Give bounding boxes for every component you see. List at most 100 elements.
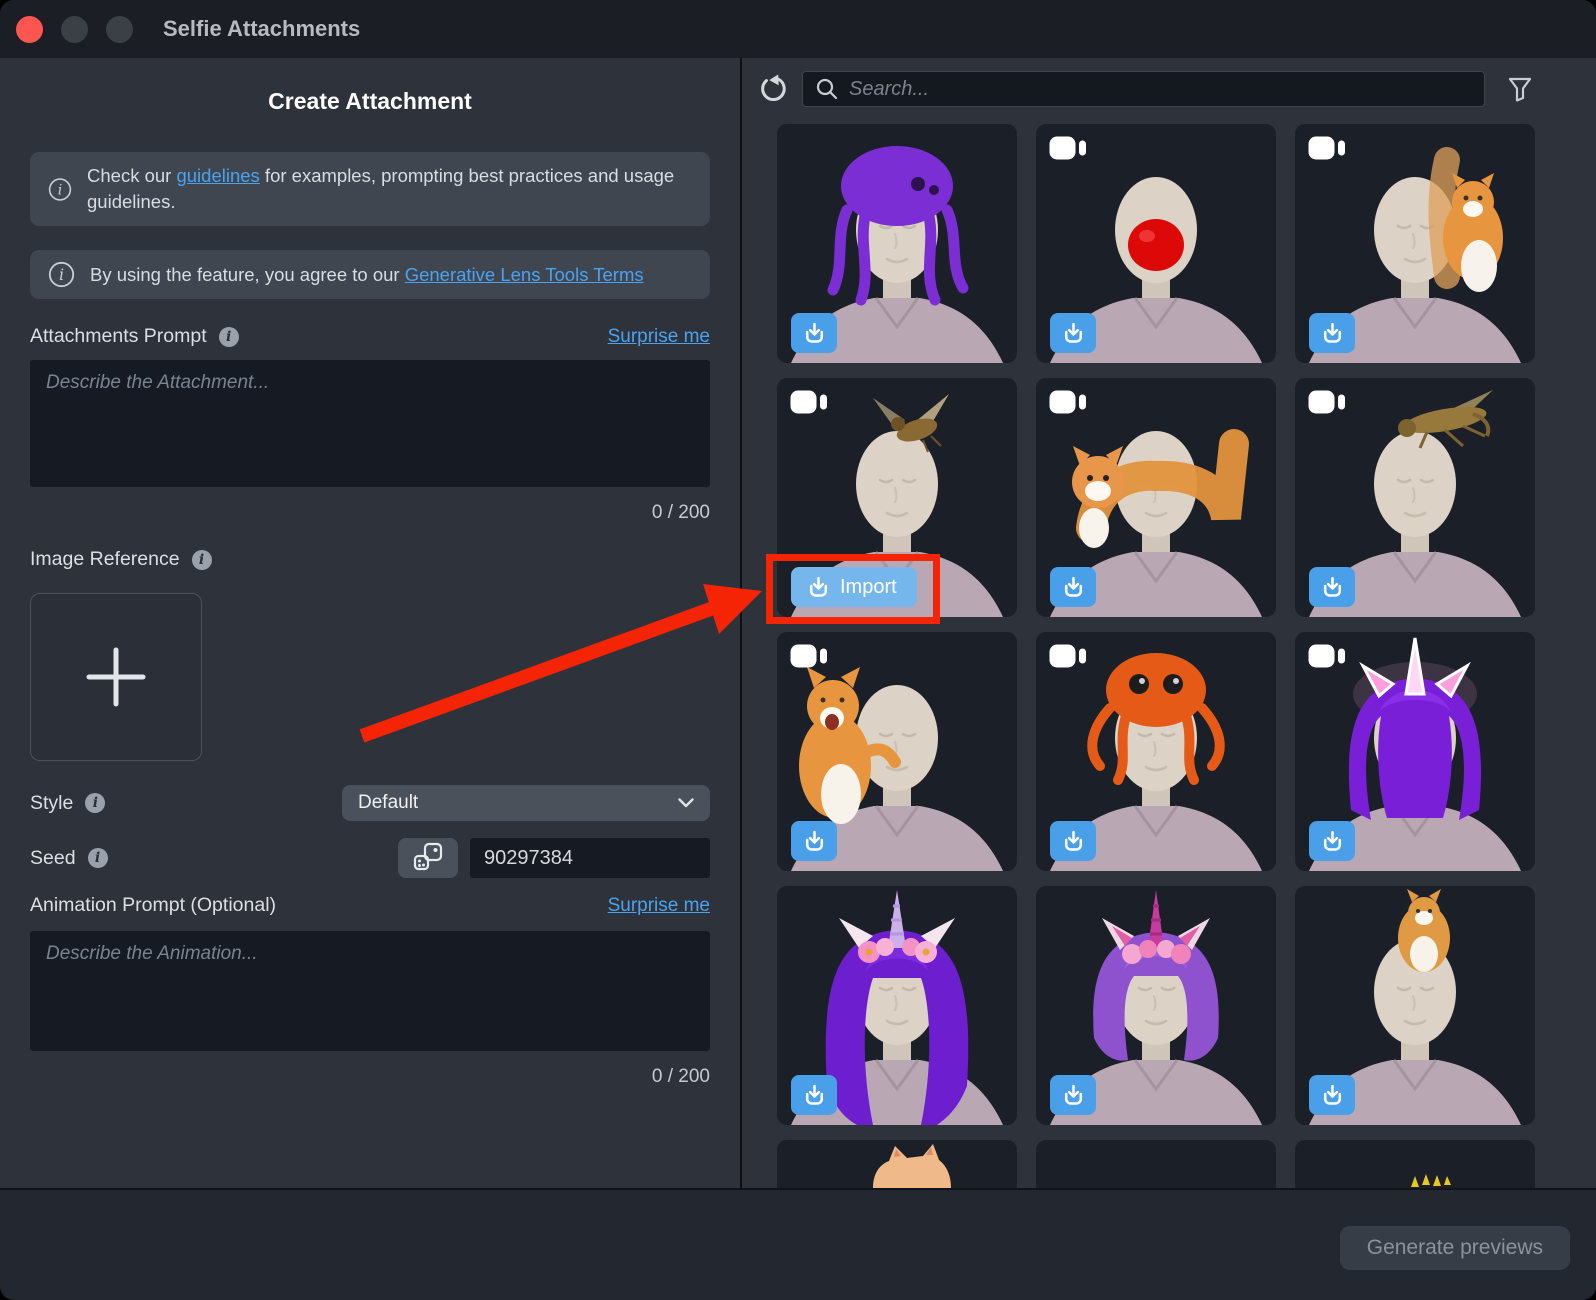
notice-text-before: By using the feature, you agree to our [90,264,405,285]
video-camera-icon [790,644,828,668]
attachment-card-red-clown-nose[interactable] [1036,124,1276,363]
filter-button[interactable] [1506,73,1534,105]
download-button[interactable] [1050,1075,1096,1115]
download-button[interactable] [1309,313,1355,353]
attachments-prompt-counter: 0 / 200 [30,502,710,524]
label-text: Seed [30,847,76,870]
video-camera-icon [1308,644,1346,668]
search-input[interactable] [849,78,1472,101]
download-button[interactable] [1309,1075,1355,1115]
info-icon[interactable]: i [85,793,105,813]
window-title: Selfie Attachments [163,16,360,42]
video-camera-icon [1049,136,1087,160]
import-button[interactable]: Import [791,567,917,607]
video-camera-icon [790,390,828,414]
info-icon[interactable]: i [88,848,108,868]
download-button[interactable] [1309,821,1355,861]
attachment-card-wasp-above-head[interactable]: Import [777,378,1017,617]
download-icon [802,829,827,854]
attachment-card-cat-leaping-right-shoulder[interactable] [1295,124,1535,363]
video-badge [1308,390,1346,419]
attachment-grid: Import [777,124,1534,1188]
label-text: Image Reference [30,548,180,571]
minimize-button[interactable] [61,16,88,43]
attachment-card-plain-partial[interactable] [1036,1140,1276,1188]
search-icon [815,77,839,101]
animation-prompt-counter: 0 / 200 [30,1066,710,1088]
attachments-prompt-textarea[interactable] [30,360,710,487]
video-badge [1308,136,1346,165]
download-button[interactable] [1050,567,1096,607]
surprise-me-link-animation[interactable]: Surprise me [608,895,710,917]
notice-text: By using the feature, you agree to our G… [90,262,644,288]
label-text: Attachments Prompt [30,325,207,348]
attachment-preview [1295,1140,1535,1188]
download-icon [1320,1083,1345,1108]
attachment-card-orange-octopus-hat[interactable] [1036,632,1276,871]
import-button-label: Import [840,576,897,599]
close-button[interactable] [16,16,43,43]
chevron-down-icon [678,798,694,808]
download-button[interactable] [1309,567,1355,607]
notice-text-before: Check our [87,165,176,186]
download-button[interactable] [1050,821,1096,861]
randomize-seed-button[interactable] [398,838,458,878]
terms-notice: i By using the feature, you agree to our… [30,250,710,299]
download-icon [1061,321,1086,346]
attachment-card-cat-yawning-left-shoulder[interactable] [777,632,1017,871]
attachment-card-grasshopper-above-head[interactable] [1295,378,1535,617]
refresh-button[interactable] [757,73,789,105]
attachment-card-purple-unicorn-wig-flowers[interactable] [777,886,1017,1125]
style-dropdown[interactable]: Default [342,785,710,821]
video-badge [790,390,828,419]
zoom-button[interactable] [106,16,133,43]
download-button[interactable] [791,1075,837,1115]
download-icon [806,575,831,600]
download-icon [802,321,827,346]
attachment-card-cat-ears-partial[interactable] [777,1140,1017,1188]
panel-title: Create Attachment [30,88,710,115]
animation-prompt-textarea[interactable] [30,931,710,1051]
download-icon [802,1083,827,1108]
attachment-card-cat-across-shoulders[interactable] [1036,378,1276,617]
label-text: Style [30,792,73,815]
attachment-card-gold-crown-partial[interactable] [1295,1140,1535,1188]
svg-text:i: i [58,182,63,198]
download-icon [1061,829,1086,854]
image-reference-upload[interactable] [30,593,202,761]
download-icon [1061,1083,1086,1108]
animation-prompt-label: Animation Prompt (Optional) [30,894,276,917]
guidelines-notice: i Check our guidelines for examples, pro… [30,152,710,226]
download-button[interactable] [791,821,837,861]
seed-input[interactable] [470,838,710,878]
info-icon[interactable]: i [219,327,239,347]
plus-icon [86,647,146,707]
video-badge [1049,136,1087,165]
label-text: Animation Prompt (Optional) [30,894,276,917]
attachment-card-cat-sitting-on-head[interactable] [1295,886,1535,1125]
selfie-attachments-window: Selfie Attachments Create Attachment i C… [0,0,1596,1300]
attachment-card-purple-unicorn-bob-wig[interactable] [1036,886,1276,1125]
attachment-card-purple-unicorn-wig-glowing[interactable] [1295,632,1535,871]
footer-bar: Generate previews [0,1188,1596,1300]
search-box [802,71,1485,107]
filter-funnel-icon [1507,76,1533,102]
surprise-me-link-attachment[interactable]: Surprise me [608,326,710,348]
dice-icon [413,842,443,874]
download-button[interactable] [1050,313,1096,353]
download-icon [1320,575,1345,600]
info-icon[interactable]: i [192,550,212,570]
create-attachment-panel: Create Attachment i Check our guidelines… [0,58,740,1188]
generate-previews-button[interactable]: Generate previews [1340,1226,1570,1270]
notice-text: Check our guidelines for examples, promp… [87,163,692,215]
download-button[interactable] [791,313,837,353]
download-icon [1320,321,1345,346]
video-camera-icon [1308,390,1346,414]
video-camera-icon [1049,644,1087,668]
attachment-preview [1036,1140,1276,1188]
generative-lens-tools-terms-link[interactable]: Generative Lens Tools Terms [405,264,644,285]
guidelines-link[interactable]: guidelines [176,165,259,186]
info-circle-icon: i [48,176,72,203]
refresh-icon [758,74,788,104]
attachment-card-purple-octopus-hat[interactable] [777,124,1017,363]
